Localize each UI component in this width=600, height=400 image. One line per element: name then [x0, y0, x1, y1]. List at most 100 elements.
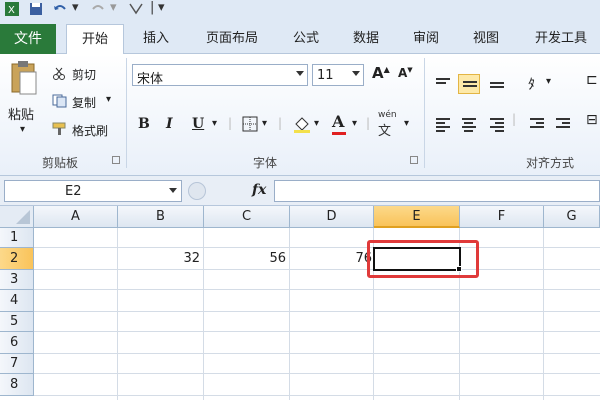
- clipboard-launcher-icon[interactable]: [112, 156, 120, 164]
- tab-data[interactable]: 数据: [344, 24, 388, 54]
- paste-icon[interactable]: [8, 60, 40, 98]
- font-name-dropdown-icon[interactable]: [296, 71, 304, 76]
- row-header-1[interactable]: 1: [0, 228, 34, 248]
- font-divider: |: [228, 116, 233, 130]
- column-header-f[interactable]: F: [460, 206, 544, 228]
- undo-icon[interactable]: [52, 1, 68, 17]
- align-middle-button[interactable]: [458, 74, 480, 94]
- borders-icon[interactable]: [242, 116, 258, 135]
- insert-function-icon[interactable]: fx: [252, 182, 266, 198]
- customize-icon[interactable]: [128, 1, 144, 17]
- cell-c2[interactable]: 56: [204, 249, 290, 269]
- gridline: [34, 331, 600, 332]
- column-header-g[interactable]: G: [544, 206, 600, 228]
- tab-review[interactable]: 审阅: [404, 24, 448, 54]
- row-header-7[interactable]: 7: [0, 354, 34, 374]
- tab-formulas[interactable]: 公式: [284, 24, 328, 54]
- decrease-indent-button[interactable]: [526, 114, 548, 134]
- format-painter-button[interactable]: 格式刷: [72, 122, 108, 139]
- font-color-icon[interactable]: A: [332, 112, 346, 135]
- borders-dropdown-icon[interactable]: ▾: [262, 118, 267, 129]
- select-all-corner[interactable]: [0, 206, 34, 228]
- cell-b2[interactable]: 32: [118, 249, 204, 269]
- row-header-3[interactable]: 3: [0, 270, 34, 290]
- name-box-value: E2: [65, 184, 82, 199]
- gridline: [543, 228, 544, 400]
- svg-text:X: X: [8, 5, 15, 16]
- underline-button[interactable]: U: [192, 116, 204, 132]
- column-header-b[interactable]: B: [118, 206, 204, 228]
- align-bottom-button[interactable]: [486, 74, 508, 94]
- phonetic-dropdown-icon[interactable]: ▾: [404, 118, 409, 129]
- orientation-dropdown-icon[interactable]: ▾: [546, 76, 551, 87]
- column-header-c[interactable]: C: [204, 206, 290, 228]
- align-left-button[interactable]: [432, 114, 454, 134]
- ribbon-home: 粘贴 ▾ 剪切 复制 ▾ 格式刷 剪贴板 宋体 11 A▲ A▼ B I U ▾…: [0, 54, 600, 176]
- cut-icon[interactable]: [52, 66, 66, 83]
- font-launcher-icon[interactable]: [410, 156, 418, 164]
- underline-dropdown-icon[interactable]: ▾: [212, 118, 217, 129]
- row-header-5[interactable]: 5: [0, 312, 34, 332]
- increase-indent-button[interactable]: [552, 114, 574, 134]
- align-top-button[interactable]: [432, 74, 454, 94]
- align-top-icon: [436, 78, 450, 86]
- row-header-8[interactable]: 8: [0, 374, 34, 396]
- orientation-icon[interactable]: ﾀ: [528, 74, 535, 94]
- font-size-dropdown-icon[interactable]: [352, 71, 360, 76]
- toolbar-separator-icon: |: [150, 0, 155, 15]
- redo-dropdown-icon[interactable]: ▾: [110, 1, 117, 17]
- format-painter-icon[interactable]: [52, 122, 68, 139]
- redo-icon[interactable]: [90, 1, 106, 17]
- formula-input[interactable]: [274, 180, 600, 202]
- tab-page-layout[interactable]: 页面布局: [194, 24, 270, 54]
- phonetic-guide-icon[interactable]: wén 文: [378, 110, 397, 139]
- italic-button[interactable]: I: [166, 116, 173, 132]
- copy-dropdown-icon[interactable]: ▾: [106, 94, 111, 105]
- name-box[interactable]: E2: [4, 180, 182, 202]
- paste-dropdown-icon[interactable]: ▾: [20, 124, 25, 135]
- cell-d2[interactable]: 76: [290, 249, 374, 269]
- gridline: [34, 353, 600, 354]
- gridline: [34, 311, 600, 312]
- row-header-6[interactable]: 6: [0, 332, 34, 354]
- column-header-e[interactable]: E: [374, 206, 460, 228]
- tab-view[interactable]: 视图: [464, 24, 508, 54]
- column-header-a[interactable]: A: [34, 206, 118, 228]
- decrease-indent-icon: [530, 118, 544, 130]
- excel-logo-icon: X: [4, 1, 20, 17]
- fill-color-icon[interactable]: [292, 114, 312, 137]
- tab-home[interactable]: 开始: [66, 24, 124, 55]
- copy-button[interactable]: 复制: [72, 94, 96, 111]
- align-bottom-icon: [490, 82, 504, 90]
- undo-dropdown-icon[interactable]: ▾: [72, 1, 79, 17]
- clipboard-group-label: 剪贴板: [41, 156, 78, 170]
- row-header-2[interactable]: 2: [0, 248, 34, 270]
- tab-file[interactable]: 文件: [0, 24, 56, 54]
- font-size-select[interactable]: 11: [312, 64, 364, 86]
- font-divider-2: |: [278, 116, 283, 130]
- font-color-dropdown-icon[interactable]: ▾: [352, 118, 357, 129]
- align-right-button[interactable]: [486, 114, 508, 134]
- name-box-dropdown-icon[interactable]: [169, 188, 177, 193]
- copy-icon[interactable]: [52, 94, 68, 111]
- gridline: [34, 247, 600, 248]
- qat-menu-icon[interactable]: ▾: [158, 1, 165, 17]
- grow-font-icon[interactable]: A▲: [372, 64, 390, 82]
- cut-button[interactable]: 剪切: [72, 66, 96, 83]
- tab-developer[interactable]: 开发工具: [526, 24, 596, 54]
- save-icon[interactable]: [28, 1, 44, 17]
- fill-color-dropdown-icon[interactable]: ▾: [314, 118, 319, 129]
- wrap-text-icon[interactable]: ⊏: [586, 72, 598, 88]
- merge-center-icon[interactable]: ⊟: [586, 112, 598, 128]
- tab-insert[interactable]: 插入: [132, 24, 180, 54]
- align-center-button[interactable]: [458, 114, 480, 134]
- shrink-font-icon[interactable]: A▼: [398, 66, 413, 80]
- column-header-d[interactable]: D: [290, 206, 374, 228]
- worksheet-grid[interactable]: A B C D E F G 1 2 3 4 5 6 7 8 32 56 76: [0, 206, 600, 400]
- font-name-select[interactable]: 宋体: [132, 64, 308, 87]
- paste-button[interactable]: 粘贴: [8, 104, 34, 123]
- highlight-box: [367, 240, 479, 278]
- formula-bar-resize-handle[interactable]: [188, 182, 206, 200]
- bold-button[interactable]: B: [138, 116, 150, 132]
- row-header-4[interactable]: 4: [0, 290, 34, 312]
